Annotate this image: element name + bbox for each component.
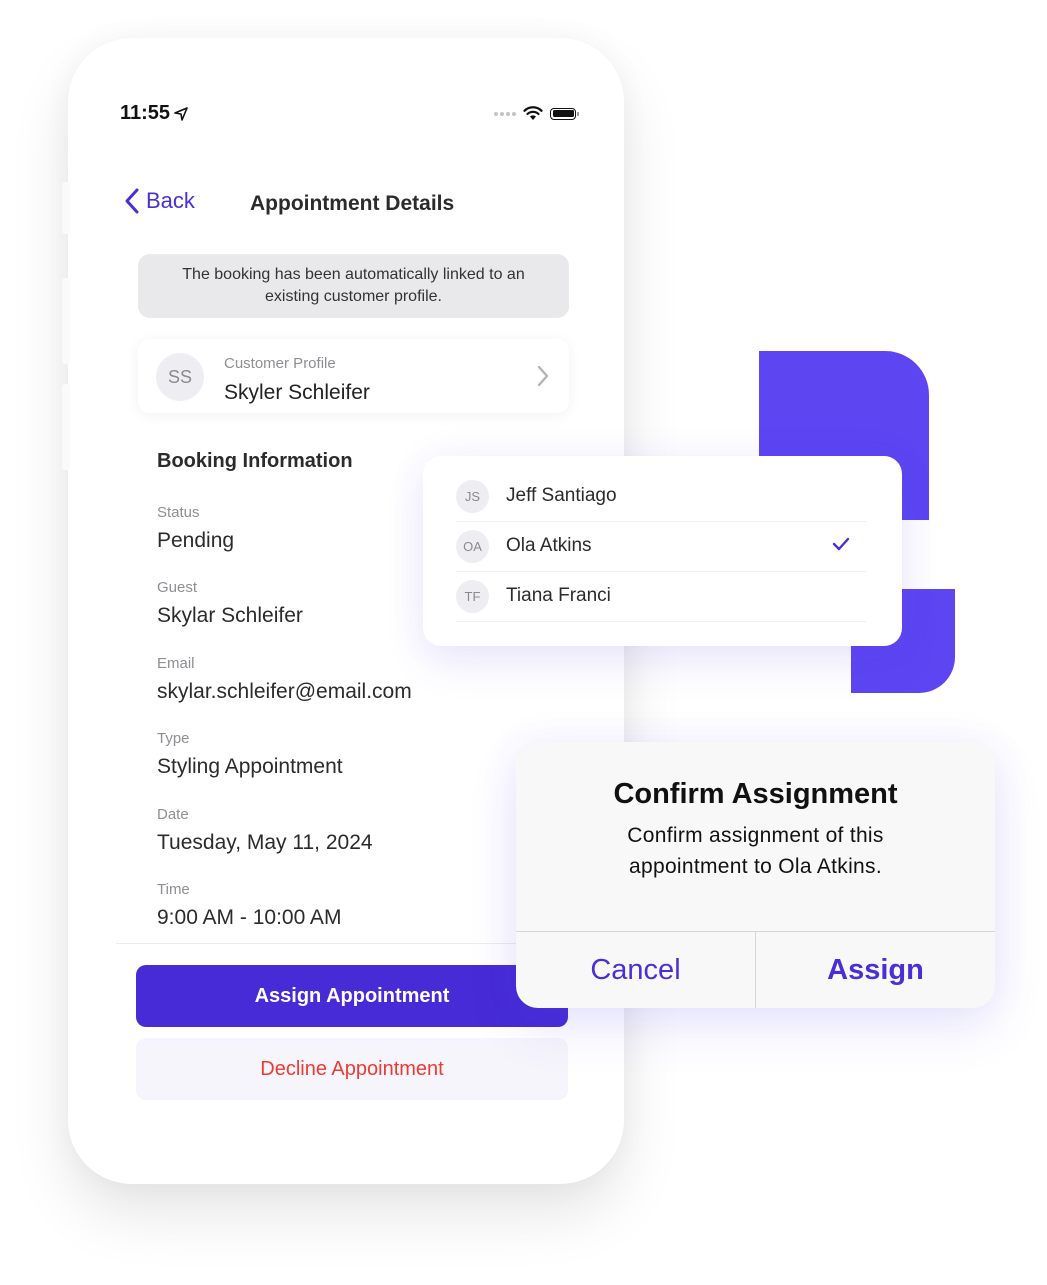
dialog-actions: Cancel Assign xyxy=(516,931,995,1008)
checkmark-icon xyxy=(832,537,850,551)
signal-dots-icon xyxy=(494,111,516,116)
battery-icon xyxy=(550,107,579,120)
decline-appointment-button[interactable]: Decline Appointment xyxy=(136,1038,568,1100)
staff-name: Tiana Franci xyxy=(506,585,611,606)
booking-info-title: Booking Information xyxy=(157,450,353,472)
avatar: JS xyxy=(456,480,489,513)
field-label: Time xyxy=(157,881,190,898)
phone-side-button xyxy=(62,182,70,234)
field-email: Email skylar.schleifer@email.com xyxy=(157,655,412,704)
staff-name: Ola Atkins xyxy=(506,535,592,556)
back-label: Back xyxy=(146,188,195,213)
back-button[interactable]: Back xyxy=(124,188,195,214)
staff-picker: JS Jeff Santiago OA Ola Atkins TF Tiana … xyxy=(423,456,902,646)
status-time: 11:55 xyxy=(120,102,188,125)
staff-option[interactable]: OA Ola Atkins xyxy=(456,521,866,572)
customer-profile-label: Customer Profile xyxy=(224,355,336,372)
status-icons xyxy=(494,106,579,121)
wifi-icon xyxy=(523,106,543,120)
field-value: Pending xyxy=(157,529,235,552)
phone-side-button xyxy=(62,384,70,470)
dialog-title: Confirm Assignment xyxy=(613,778,898,810)
field-value: Skylar Schleifer xyxy=(157,604,303,627)
page-title: Appointment Details xyxy=(250,192,455,215)
linked-profile-notice: The booking has been automatically linke… xyxy=(138,254,569,318)
field-value: skylar.schleifer@email.com xyxy=(157,680,412,703)
staff-name: Jeff Santiago xyxy=(506,485,617,506)
assign-button[interactable]: Assign xyxy=(755,932,995,1008)
field-guest: Guest Skylar Schleifer xyxy=(157,579,303,628)
chevron-left-icon xyxy=(125,188,139,214)
assign-appointment-button[interactable]: Assign Appointment xyxy=(136,965,568,1027)
customer-profile-name: Skyler Schleifer xyxy=(224,381,370,404)
field-type: Type Styling Appointment xyxy=(157,730,343,779)
field-label: Type xyxy=(157,730,190,747)
field-value: 9:00 AM - 10:00 AM xyxy=(157,906,342,929)
field-value: Styling Appointment xyxy=(157,755,343,778)
field-label: Email xyxy=(157,655,195,672)
field-value: Tuesday, May 11, 2024 xyxy=(157,831,373,854)
chevron-right-icon xyxy=(537,365,549,387)
confirm-assignment-dialog: Confirm Assignment Confirm assignment of… xyxy=(516,742,995,1008)
field-date: Date Tuesday, May 11, 2024 xyxy=(157,806,373,855)
status-time-text: 11:55 xyxy=(120,102,171,124)
field-label: Status xyxy=(157,504,200,521)
avatar: OA xyxy=(456,530,489,563)
customer-profile-card[interactable]: SS Customer Profile Skyler Schleifer xyxy=(138,339,569,413)
field-time: Time 9:00 AM - 10:00 AM xyxy=(157,881,341,930)
avatar: SS xyxy=(156,353,204,401)
phone-side-button xyxy=(62,278,70,364)
field-status: Status Pending xyxy=(157,504,234,553)
field-label: Guest xyxy=(157,579,198,596)
dialog-message: Confirm assignment of this appointment t… xyxy=(627,824,884,878)
location-arrow-icon xyxy=(174,106,188,121)
staff-option[interactable]: TF Tiana Franci xyxy=(456,571,866,622)
divider xyxy=(116,943,576,944)
avatar: TF xyxy=(456,580,489,613)
staff-option[interactable]: JS Jeff Santiago xyxy=(456,471,866,522)
cancel-button[interactable]: Cancel xyxy=(516,932,755,1008)
field-label: Date xyxy=(157,806,189,823)
nav-bar: Back Appointment Details xyxy=(124,188,564,222)
